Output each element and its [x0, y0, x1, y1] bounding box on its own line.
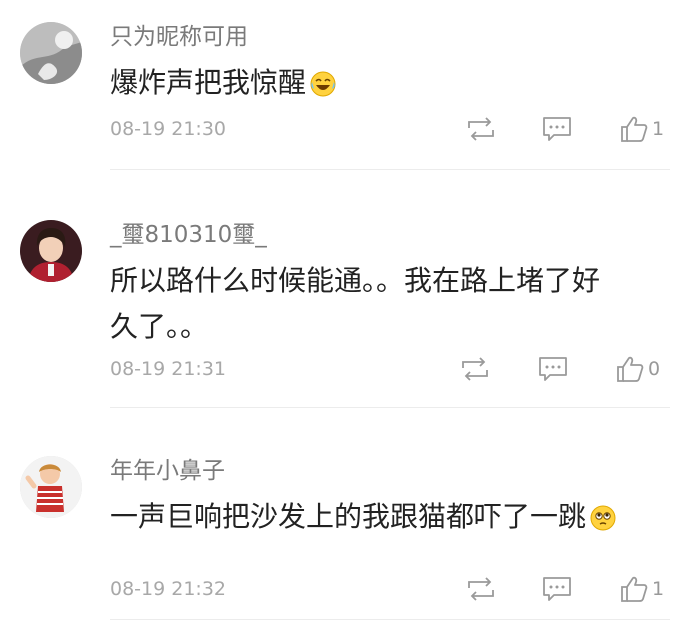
avatar-image	[20, 220, 82, 282]
thumbs-up-icon	[621, 116, 648, 142]
avatar-image	[20, 456, 82, 518]
like-count: 1	[652, 118, 665, 140]
comment-text: 所以路什么时候能通。。我在路上堵了好 久了。。	[110, 258, 670, 350]
like-button[interactable]: 0	[616, 354, 660, 384]
avatar[interactable]	[20, 220, 82, 282]
comment-icon	[543, 577, 571, 601]
avatar[interactable]	[20, 22, 82, 84]
avatar-image	[20, 22, 82, 84]
crying-laughing-emoji	[310, 65, 336, 111]
comment-button[interactable]	[542, 114, 572, 144]
username[interactable]: 年年小鼻子	[110, 456, 670, 486]
repost-button[interactable]	[466, 574, 496, 604]
username[interactable]: 只为昵称可用	[110, 22, 670, 52]
timestamp: 08-19 21:31	[110, 358, 227, 380]
timestamp: 08-19 21:30	[110, 118, 227, 140]
repost-icon	[468, 577, 494, 601]
comment-button[interactable]	[538, 354, 568, 384]
timestamp: 08-19 21:32	[110, 578, 227, 600]
thumbs-up-icon	[621, 576, 648, 602]
like-button[interactable]: 1	[620, 574, 664, 604]
repost-icon	[462, 357, 488, 381]
comment-text-line: 所以路什么时候能通。。我在路上堵了好	[110, 264, 601, 297]
avatar[interactable]	[20, 456, 82, 518]
comment-button[interactable]	[542, 574, 572, 604]
comment-icon	[539, 357, 567, 381]
comment-text: 一声巨响把沙发上的我跟猫都吓了一跳	[110, 494, 670, 545]
like-count: 1	[652, 578, 665, 600]
thumbs-up-icon	[617, 356, 644, 382]
repost-button[interactable]	[460, 354, 490, 384]
like-button[interactable]: 1	[620, 114, 664, 144]
like-count: 0	[648, 358, 661, 380]
pleading-face-emoji	[590, 499, 616, 545]
comment-text-content: 爆炸声把我惊醒	[110, 66, 307, 99]
comment-item: _璽810310璽_ 所以路什么时候能通。。我在路上堵了好 久了。。 08-19 …	[0, 170, 690, 408]
repost-button[interactable]	[466, 114, 496, 144]
comment-text-line: 久了。。	[110, 310, 209, 343]
comment-text: 爆炸声把我惊醒	[110, 60, 670, 111]
comment-text-content: 一声巨响把沙发上的我跟猫都吓了一跳	[110, 500, 587, 533]
repost-icon	[468, 117, 494, 141]
comment-icon	[543, 117, 571, 141]
comment-item: 只为昵称可用 爆炸声把我惊醒 08-19 21:30 1	[0, 0, 690, 170]
comment-item: 年年小鼻子 一声巨响把沙发上的我跟猫都吓了一跳 08-19 21:32 1	[0, 408, 690, 620]
username[interactable]: _璽810310璽_	[110, 220, 670, 250]
